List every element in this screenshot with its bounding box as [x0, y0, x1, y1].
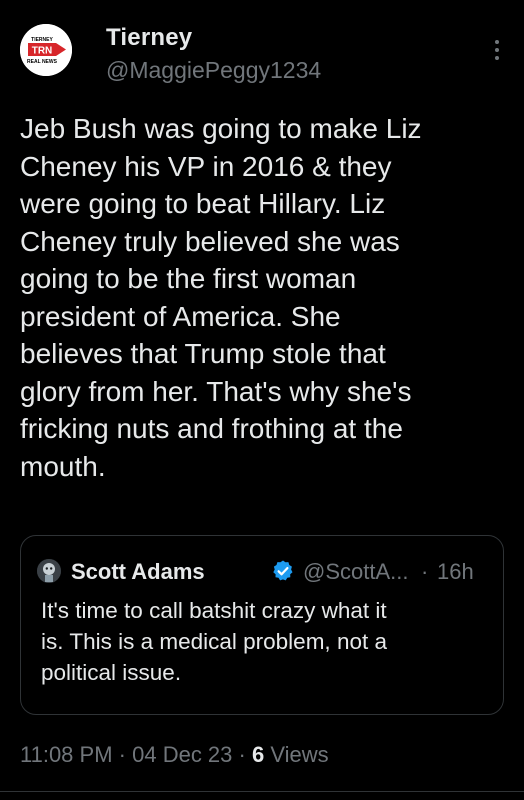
- quoted-tweet-text: It's time to call batshit crazy what it …: [41, 595, 491, 688]
- tweet-date[interactable]: 04 Dec 23: [132, 742, 232, 767]
- tweet-line: mouth.: [20, 450, 106, 482]
- separator-dot: ·: [232, 742, 252, 767]
- tweet-line: Cheney truly believed she was: [20, 225, 400, 257]
- views-label[interactable]: Views: [264, 742, 328, 767]
- tweet-line: glory from her. That's why she's: [20, 375, 412, 407]
- tweet-line: believes that Trump stole that: [20, 338, 386, 369]
- trn-logo-avatar-icon: TIERNEY TRN REAL NEWS: [20, 24, 72, 76]
- tweet-line: going to be the first woman: [20, 263, 357, 294]
- tweet-meta: 11:08 PM · 04 Dec 23 · 6 Views: [20, 742, 329, 768]
- svg-text:TIERNEY: TIERNEY: [31, 37, 53, 43]
- svg-text:REAL NEWS: REAL NEWS: [27, 59, 58, 65]
- svg-text:TRN: TRN: [32, 46, 53, 57]
- verified-badge-icon: [273, 560, 293, 581]
- divider: [0, 791, 524, 792]
- quoted-author-handle[interactable]: @ScottA...: [303, 559, 408, 585]
- quoted-author-name[interactable]: Scott Adams: [71, 559, 205, 585]
- tweet-time[interactable]: 11:08 PM: [20, 742, 113, 767]
- tweet-line: were going to beat Hillary. Liz: [20, 188, 386, 219]
- tweet-line: fricking nuts and frothing at the: [20, 413, 403, 444]
- author-display-name[interactable]: Tierney: [106, 24, 192, 52]
- quoted-timestamp[interactable]: 16h: [437, 559, 474, 585]
- tweet-line: president of America. She: [20, 300, 341, 332]
- quoted-line: political issue.: [41, 660, 182, 685]
- author-avatar[interactable]: TIERNEY TRN REAL NEWS: [20, 24, 72, 76]
- quoted-line: It's time to call batshit crazy what it: [41, 598, 387, 623]
- views-count[interactable]: 6: [252, 742, 264, 767]
- quoted-avatar-icon: [37, 559, 61, 583]
- tweet-line: Cheney his VP in 2016 & they: [20, 150, 392, 182]
- tweet-line: Jeb Bush was going to make Liz: [20, 113, 422, 144]
- quoted-author-avatar[interactable]: [37, 559, 61, 583]
- more-options-icon[interactable]: [494, 40, 500, 60]
- quoted-line: is. This is a medical problem, not a: [41, 629, 387, 654]
- separator-dot: ·: [112, 742, 133, 767]
- tweet-text: Jeb Bush was going to make Liz Cheney hi…: [20, 110, 514, 485]
- author-handle[interactable]: @MaggiePeggy1234: [106, 57, 321, 84]
- quoted-tweet-card[interactable]: Scott Adams @ScottA... · 16h It's time t…: [20, 535, 504, 715]
- separator-dot: ·: [421, 559, 429, 584]
